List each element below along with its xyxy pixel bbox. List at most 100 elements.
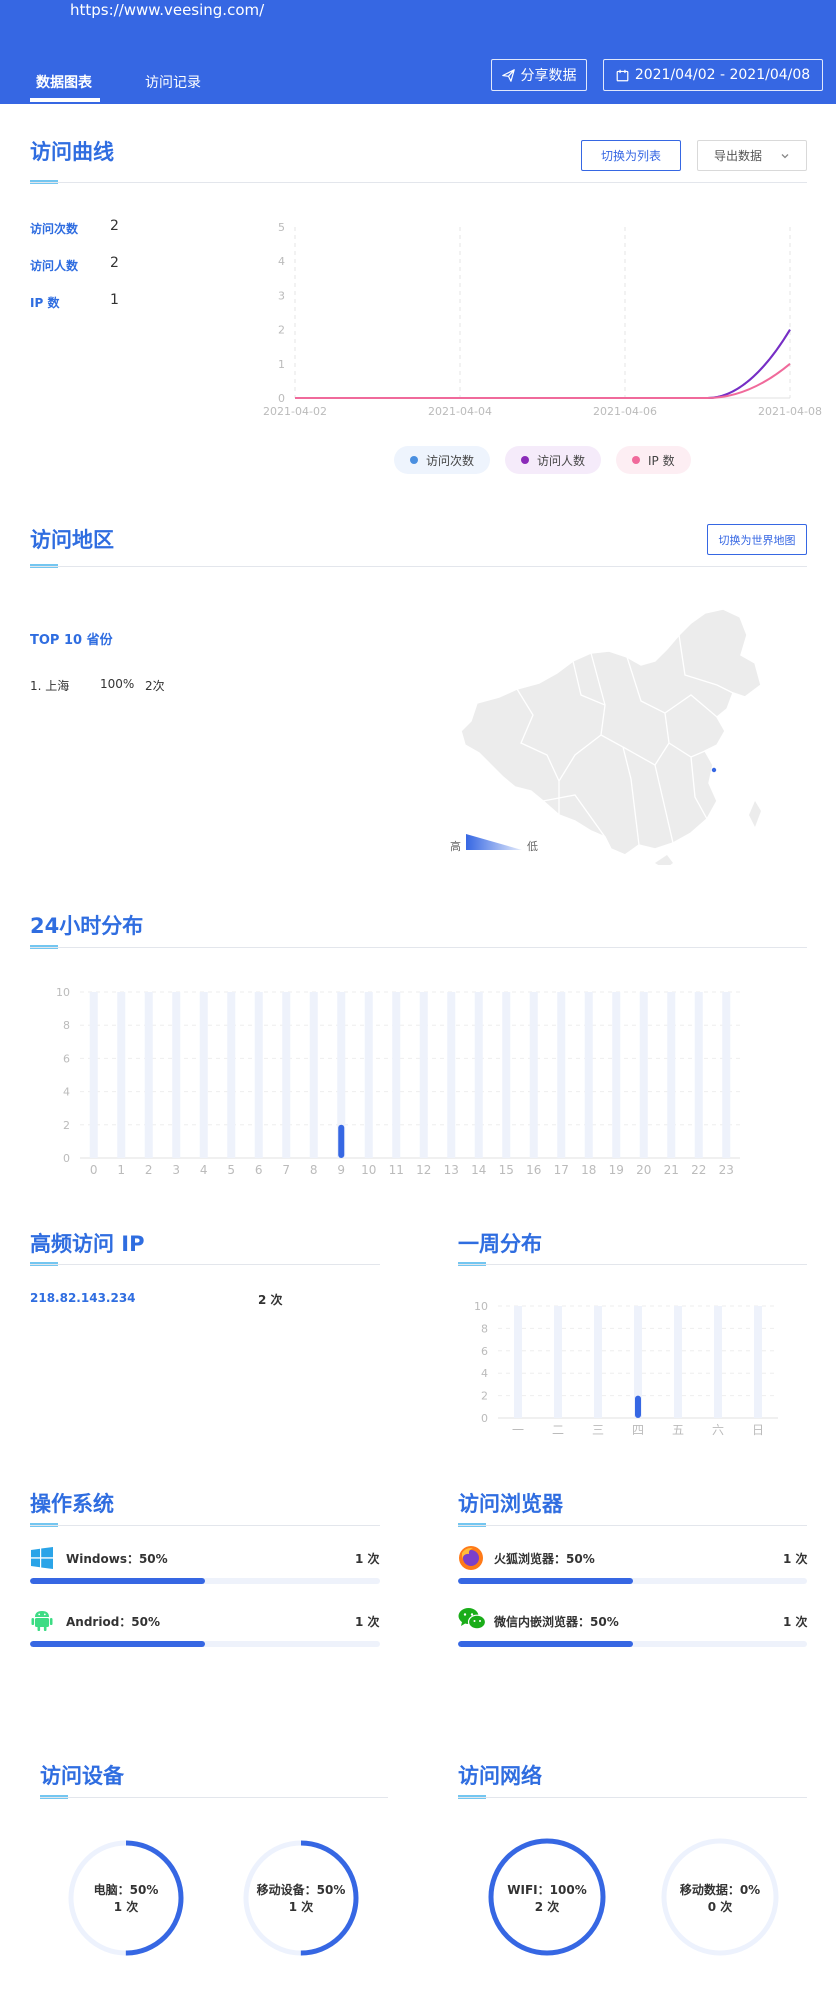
browser-firefox-bar-fill	[458, 1578, 633, 1584]
top-header: https://www.veesing.com/ 数据图表 访问记录 分享数据 …	[0, 0, 836, 104]
browser-wechat-count: 1 次	[783, 1615, 808, 1629]
y-tick-label: 2	[278, 324, 285, 337]
bar-track	[392, 992, 401, 1158]
x-tick-label: 2021-04-02	[263, 405, 327, 418]
legend-dot	[632, 456, 640, 464]
stat-value-visitors: 2	[110, 255, 119, 271]
os-windows-label: Windows：50%	[66, 1552, 168, 1566]
stat-value-visits: 2	[110, 218, 119, 234]
tab-data-charts[interactable]: 数据图表	[36, 72, 92, 92]
site-url[interactable]: https://www.veesing.com/	[70, 0, 264, 20]
device-pc-percent: 电脑：50%	[93, 1883, 159, 1897]
network-mobile-count: 0 次	[707, 1900, 733, 1914]
device-mobile-count: 1 次	[288, 1900, 314, 1914]
bar	[635, 1395, 641, 1418]
x-tick-label: 0	[90, 1163, 98, 1177]
bar-track	[557, 992, 566, 1158]
x-tick-label: 2021-04-06	[593, 405, 657, 418]
browser-firefox-count: 1 次	[783, 1552, 808, 1566]
bar-track	[584, 992, 593, 1158]
date-range-text: 2021/04/02 - 2021/04/08	[634, 67, 811, 83]
os-windows-bar-fill	[30, 1578, 205, 1584]
share-data-button[interactable]: 分享数据	[491, 59, 587, 91]
legend-dot	[410, 456, 418, 464]
ip-address[interactable]: 218.82.143.234	[30, 1291, 136, 1305]
bar-track	[722, 992, 731, 1158]
x-tick-label: 五	[672, 1423, 684, 1437]
bar-track	[474, 992, 483, 1158]
stat-value-ip: 1	[110, 292, 119, 308]
os-windows-bar	[30, 1578, 380, 1584]
y-tick-label: 0	[278, 392, 285, 405]
android-icon	[31, 1611, 53, 1631]
top-provinces-title: TOP 10 省份	[30, 633, 113, 648]
os-android-count: 1 次	[355, 1615, 380, 1629]
x-tick-label: 17	[554, 1163, 569, 1177]
x-tick-label: 21	[664, 1163, 679, 1177]
firefox-icon	[459, 1546, 483, 1570]
calendar-icon	[616, 69, 629, 81]
x-tick-label: 四	[632, 1423, 644, 1437]
x-tick-label: 19	[609, 1163, 624, 1177]
bar-track	[419, 992, 428, 1158]
y-tick-label: 1	[278, 358, 285, 371]
section-divider	[30, 566, 807, 567]
region-title: 访问地区	[30, 528, 114, 552]
toggle-world-map-button[interactable]: 切换为世界地图	[707, 524, 807, 555]
bar-track	[89, 992, 98, 1158]
browser-wechat-bar-fill	[458, 1641, 633, 1647]
bar-track	[667, 992, 676, 1158]
y-tick-label: 2	[481, 1390, 488, 1403]
x-tick-label: 2	[145, 1163, 153, 1177]
bar-track	[254, 992, 263, 1158]
x-tick-label: 1	[117, 1163, 125, 1177]
legend-ip[interactable]: IP 数	[616, 446, 691, 474]
toggle-list-button[interactable]: 切换为列表	[581, 140, 681, 171]
province-name: 1. 上海	[30, 679, 70, 693]
date-range-picker[interactable]: 2021/04/02 - 2021/04/08	[603, 59, 823, 91]
x-tick-label: 13	[444, 1163, 459, 1177]
section-divider	[458, 1797, 807, 1798]
bar	[338, 1124, 345, 1158]
bar-track	[714, 1306, 722, 1418]
y-tick-label: 10	[474, 1300, 488, 1313]
visit-curve-title: 访问曲线	[30, 140, 114, 164]
y-tick-label: 4	[481, 1367, 488, 1380]
y-tick-label: 4	[63, 1086, 70, 1099]
bar-track	[364, 992, 373, 1158]
legend-label: 访问人数	[537, 453, 586, 468]
section-divider	[30, 947, 807, 948]
legend-label: IP 数	[648, 453, 675, 468]
bar-track	[447, 992, 456, 1158]
bar-track	[502, 992, 511, 1158]
x-tick-label: 11	[389, 1163, 404, 1177]
y-tick-label: 4	[278, 255, 285, 268]
os-windows-count: 1 次	[355, 1552, 380, 1566]
x-tick-label: 22	[691, 1163, 706, 1177]
y-tick-label: 6	[63, 1052, 70, 1065]
active-tab-indicator	[30, 98, 100, 102]
legend-dot	[521, 456, 529, 464]
stat-label-ip: IP 数	[30, 296, 60, 310]
x-tick-label: 23	[719, 1163, 734, 1177]
y-tick-label: 8	[481, 1322, 488, 1335]
legend-visits[interactable]: 访问次数	[394, 446, 491, 474]
os-android-bar-fill	[30, 1641, 205, 1647]
legend-visitors[interactable]: 访问人数	[505, 446, 602, 474]
share-data-label: 分享数据	[520, 68, 577, 84]
export-data-dropdown[interactable]: 导出数据	[697, 140, 807, 171]
hours-bar-chart: 02468100 1 2 3 4 5 6 7 8 9 10 11 12 13 14 15 16 17 18 19 20 2…	[56, 986, 740, 1177]
x-tick-label: 7	[282, 1163, 290, 1177]
x-tick-label: 一	[512, 1423, 524, 1437]
network-title: 访问网络	[458, 1764, 542, 1788]
section-divider	[458, 1525, 807, 1526]
bar-track	[309, 992, 318, 1158]
hours-title: 24小时分布	[30, 914, 144, 938]
x-tick-label: 2021-04-04	[428, 405, 492, 418]
tab-visit-records[interactable]: 访问记录	[145, 72, 201, 92]
network-mobile-percent: 移动数据：0%	[679, 1883, 761, 1897]
bar-track	[554, 1306, 562, 1418]
x-tick-label: 4	[200, 1163, 208, 1177]
map-legend-high: 高	[450, 840, 461, 853]
bar-track	[144, 992, 153, 1158]
